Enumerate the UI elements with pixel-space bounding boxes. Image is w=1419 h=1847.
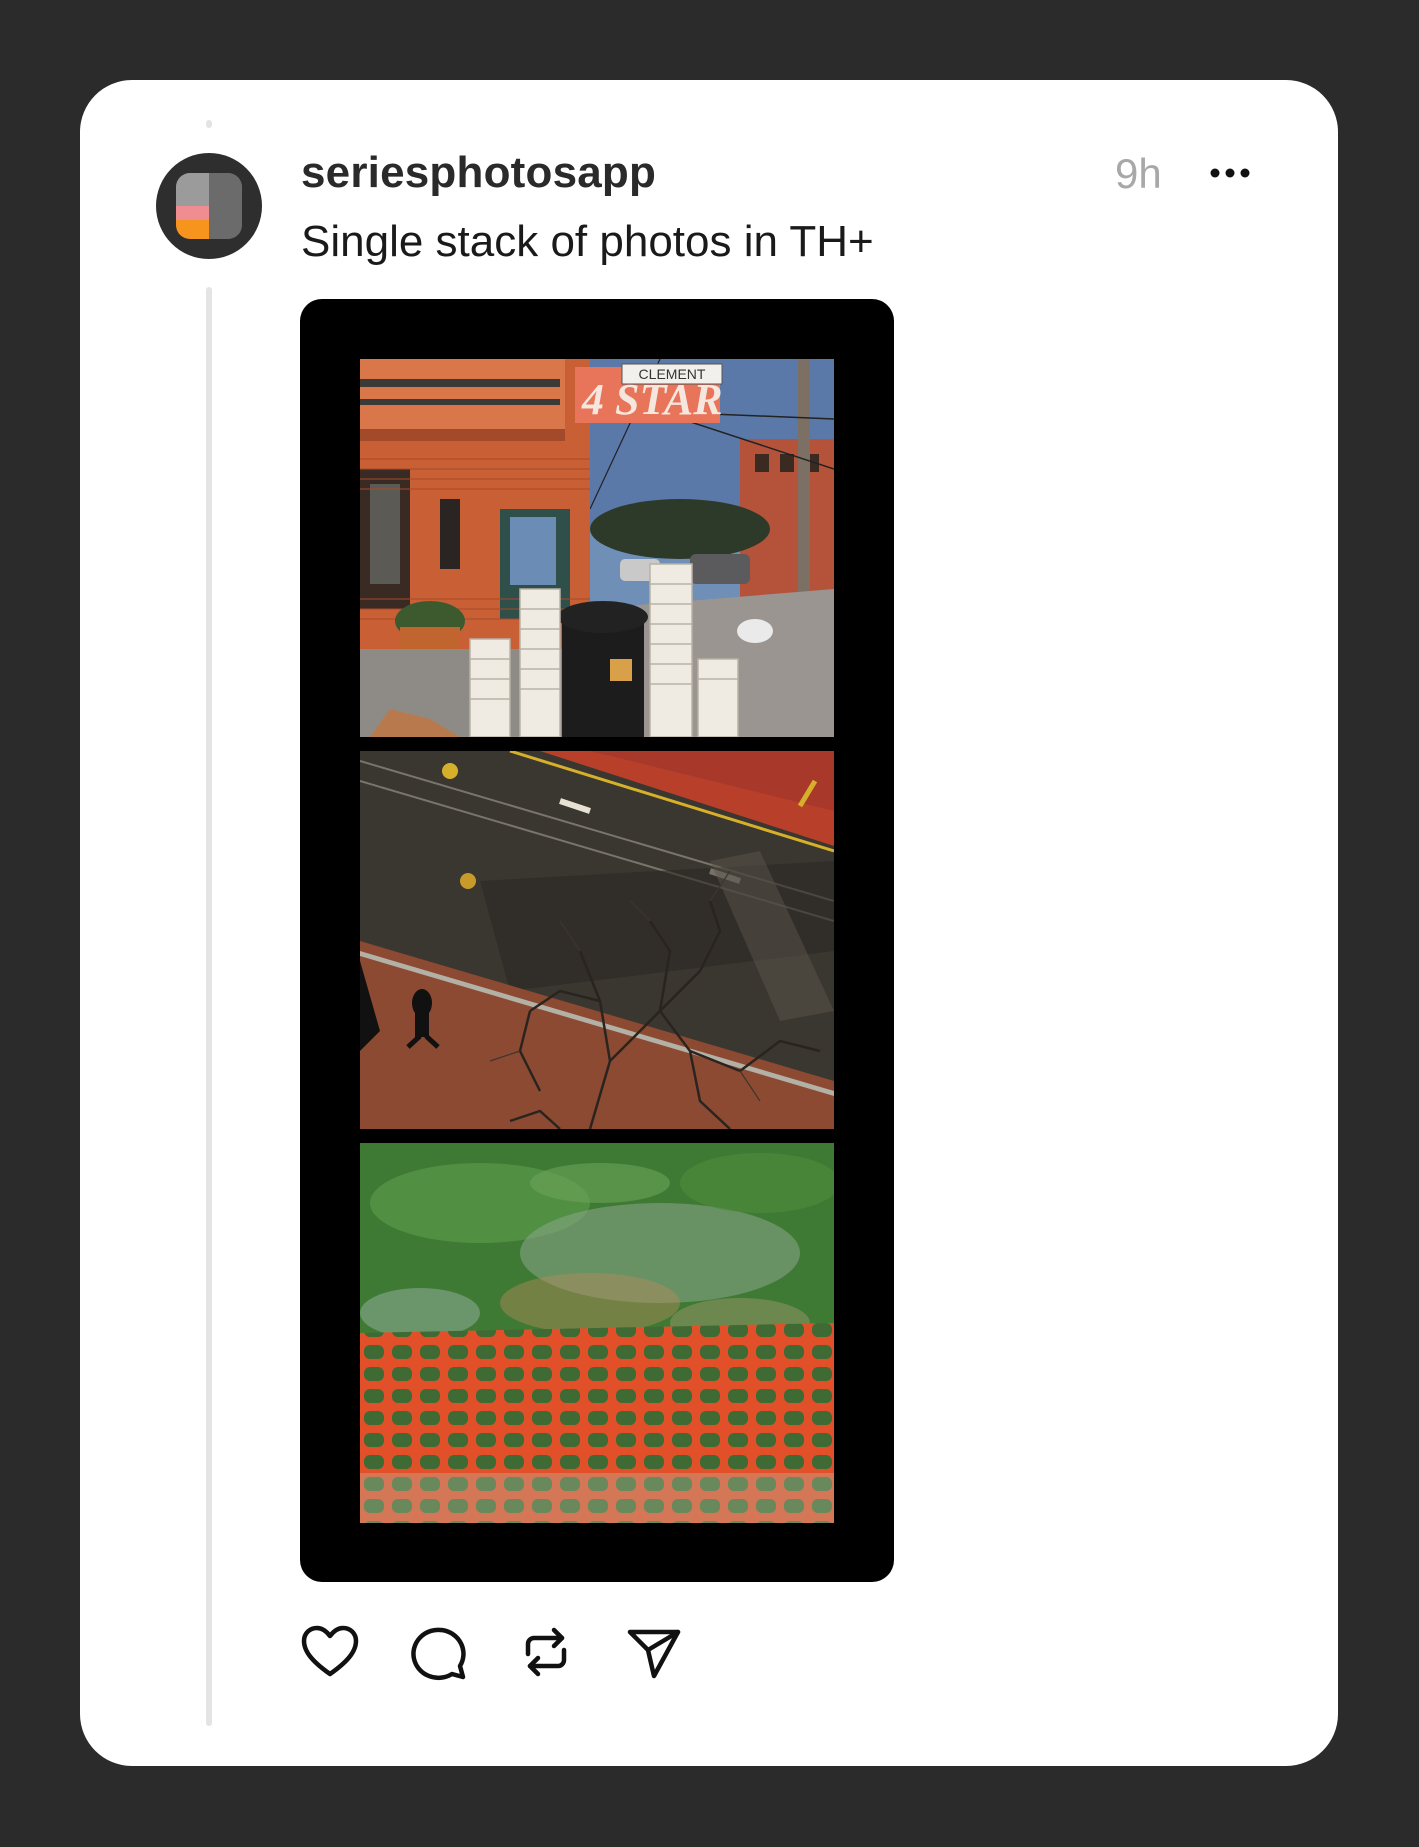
photo-orange-fence [360,1143,834,1523]
post-body-text: Single stack of photos in TH+ [301,217,874,266]
series-app-logo-icon [176,173,242,239]
heart-icon[interactable] [298,1620,362,1684]
svg-text:CLEMENT: CLEMENT [639,366,706,382]
photo-street-corner: 4 STAR CLEMENT [360,359,834,737]
thread-line [206,287,212,1726]
comment-icon[interactable] [406,1620,470,1684]
thread-line-top [206,120,212,128]
post-card[interactable]: seriesphotosapp 9h Single stack of photo… [80,80,1338,1766]
repost-icon[interactable] [514,1620,578,1684]
photo-stack-image[interactable]: 4 STAR CLEMENT [300,299,894,1582]
share-icon[interactable] [622,1620,686,1684]
username-link[interactable]: seriesphotosapp [301,148,656,198]
photo-aerial-street [360,751,834,1129]
post-timestamp: 9h [1115,150,1162,197]
avatar[interactable] [156,153,262,259]
more-horizontal-icon[interactable] [1208,164,1252,182]
